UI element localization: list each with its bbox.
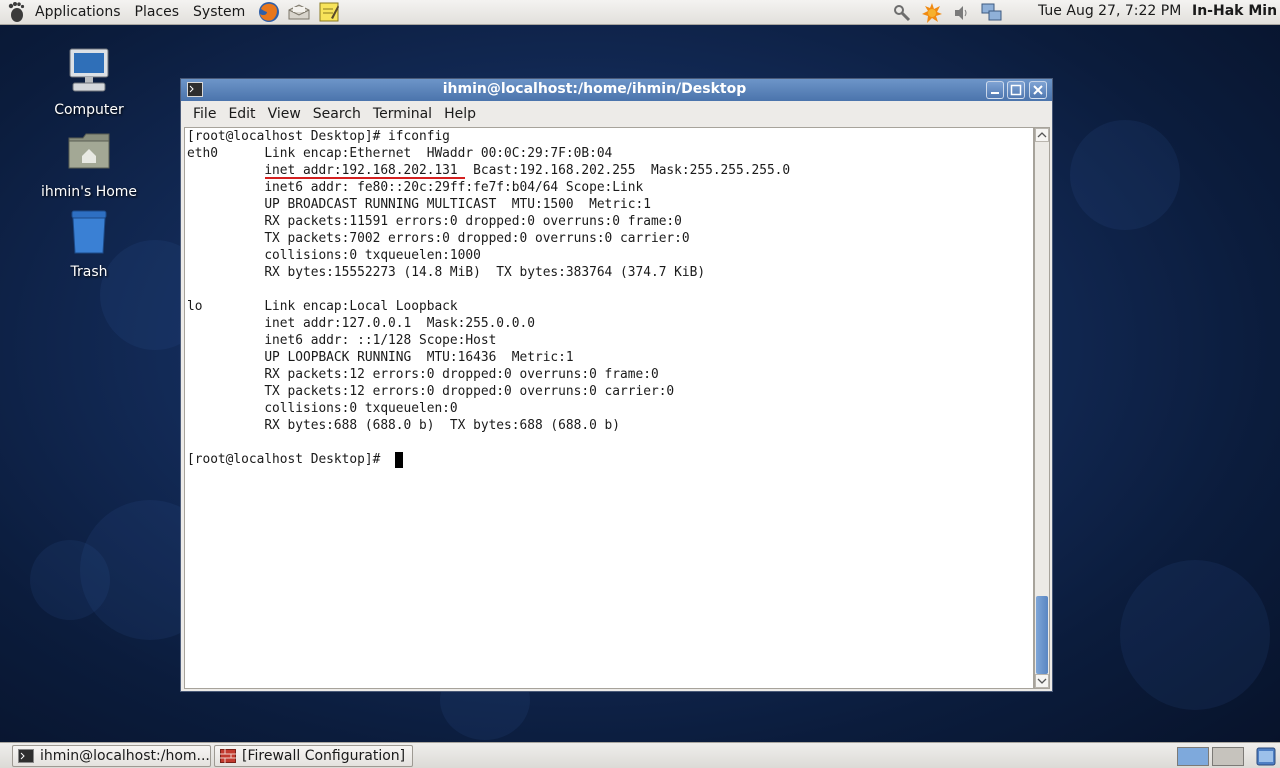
home-folder-icon	[68, 133, 110, 169]
terminal-window: ihmin@localhost:/home/ihmin/Desktop File…	[180, 78, 1053, 692]
terminal-line: [root@localhost Desktop]# ifconfig	[187, 129, 450, 144]
system-tray	[890, 0, 1004, 25]
clock[interactable]: Tue Aug 27, 7:22 PM	[1038, 3, 1181, 19]
main-menu: Applications Places System	[28, 0, 252, 25]
desktop-icon-computer[interactable]: Computer	[34, 46, 144, 118]
places-menu[interactable]: Places	[128, 4, 187, 20]
wallpaper-bubble	[1070, 120, 1180, 230]
terminal-line: RX bytes:688 (688.0 b) TX bytes:688 (688…	[187, 418, 621, 433]
taskbar-item-label: [Firewall Configuration]	[242, 748, 406, 764]
minimize-icon	[991, 92, 999, 94]
title-bar[interactable]: ihmin@localhost:/home/ihmin/Desktop	[181, 79, 1052, 101]
firefox-icon	[259, 2, 280, 22]
menu-terminal[interactable]: Terminal	[367, 106, 438, 122]
vertical-scrollbar[interactable]	[1034, 127, 1050, 689]
terminal-output[interactable]: [root@localhost Desktop]# ifconfig eth0 …	[184, 127, 1034, 689]
applications-menu[interactable]: Applications	[28, 4, 128, 20]
terminal-line: inet addr:127.0.0.1 Mask:255.0.0.0	[187, 316, 535, 331]
computer-icon	[69, 48, 109, 92]
wallpaper-bubble	[30, 540, 110, 620]
terminal-line: TX packets:7002 errors:0 dropped:0 overr…	[187, 231, 690, 246]
taskbar-item-firewall[interactable]: [Firewall Configuration]	[214, 745, 413, 767]
workspace-2[interactable]	[1212, 747, 1244, 766]
system-menu[interactable]: System	[186, 4, 252, 20]
desktop-icon-label: Trash	[70, 264, 108, 280]
firefox-launcher[interactable]	[256, 1, 282, 23]
mail-launcher[interactable]	[286, 1, 312, 23]
menu-edit[interactable]: Edit	[222, 106, 261, 122]
gnome-foot-icon[interactable]	[6, 1, 26, 23]
top-panel: Applications Places System Tue Aug 27, 7…	[0, 0, 1280, 25]
ip-address-underline	[265, 177, 465, 179]
menu-search[interactable]: Search	[307, 106, 367, 122]
scrollbar-thumb[interactable]	[1036, 596, 1048, 674]
close-button[interactable]	[1029, 81, 1047, 99]
taskbar-item-label: ihmin@localhost:/hom...	[40, 748, 210, 764]
show-desktop-icon[interactable]	[1256, 747, 1276, 766]
terminal-line: collisions:0 txqueuelen:1000	[187, 248, 489, 263]
arrow-up-icon	[1037, 132, 1047, 138]
maximize-button[interactable]	[1007, 81, 1025, 99]
scroll-up-button[interactable]	[1035, 128, 1049, 142]
terminal-line: RX packets:12 errors:0 dropped:0 overrun…	[187, 367, 659, 382]
minimize-button[interactable]	[986, 81, 1004, 99]
network-tool-icon[interactable]	[890, 2, 914, 24]
scroll-down-button[interactable]	[1035, 674, 1049, 688]
desktop-icon-trash[interactable]: Trash	[34, 208, 144, 280]
notes-launcher[interactable]	[316, 1, 342, 23]
maximize-icon	[1010, 84, 1022, 96]
workspace-1[interactable]	[1177, 747, 1209, 766]
terminal-line: inet6 addr: ::1/128 Scope:Host	[187, 333, 497, 348]
terminal-icon	[18, 749, 34, 763]
terminal-line: inet6 addr: fe80::20c:29ff:fe7f:b04/64 S…	[187, 180, 644, 195]
desktop-icon-label: ihmin's Home	[40, 184, 138, 200]
close-icon	[1033, 85, 1043, 95]
menu-help[interactable]: Help	[438, 106, 482, 122]
terminal-line: collisions:0 txqueuelen:0	[187, 401, 466, 416]
user-name[interactable]: In-Hak Min	[1192, 3, 1277, 19]
terminal-line: [root@localhost Desktop]#	[187, 452, 389, 467]
text-cursor	[395, 452, 403, 468]
taskbar-item-terminal[interactable]: ihmin@localhost:/hom...	[12, 745, 211, 767]
menu-file[interactable]: File	[187, 106, 222, 122]
desktop-icon-label: Computer	[54, 102, 124, 118]
volume-icon[interactable]	[950, 2, 974, 24]
window-title: ihmin@localhost:/home/ihmin/Desktop	[442, 81, 747, 97]
notes-icon	[319, 2, 340, 22]
bottom-panel: ihmin@localhost:/hom... [Firewall Config…	[0, 742, 1280, 768]
terminal-line: lo Link encap:Local Loopback	[187, 299, 474, 314]
terminal-line: TX packets:12 errors:0 dropped:0 overrun…	[187, 384, 675, 399]
menu-bar: File Edit View Search Terminal Help	[181, 101, 1052, 127]
wallpaper-bubble	[1120, 560, 1270, 710]
trash-icon	[71, 210, 107, 254]
terminal-line: eth0 Link encap:Ethernet HWaddr 00:0C:29…	[187, 146, 628, 161]
mail-icon	[288, 4, 310, 20]
menu-view[interactable]: View	[262, 106, 307, 122]
desktop-icon-home[interactable]: ihmin's Home	[34, 128, 144, 200]
terminal-line: UP BROADCAST RUNNING MULTICAST MTU:1500 …	[187, 197, 651, 212]
terminal-line: RX bytes:15552273 (14.8 MiB) TX bytes:38…	[187, 265, 706, 280]
terminal-line: RX packets:11591 errors:0 dropped:0 over…	[187, 214, 682, 229]
arrow-down-icon	[1037, 678, 1047, 684]
update-icon[interactable]	[920, 2, 944, 24]
firewall-icon	[220, 749, 236, 763]
network-icon[interactable]	[980, 2, 1004, 24]
terminal-line: UP LOOPBACK RUNNING MTU:16436 Metric:1	[187, 350, 574, 365]
